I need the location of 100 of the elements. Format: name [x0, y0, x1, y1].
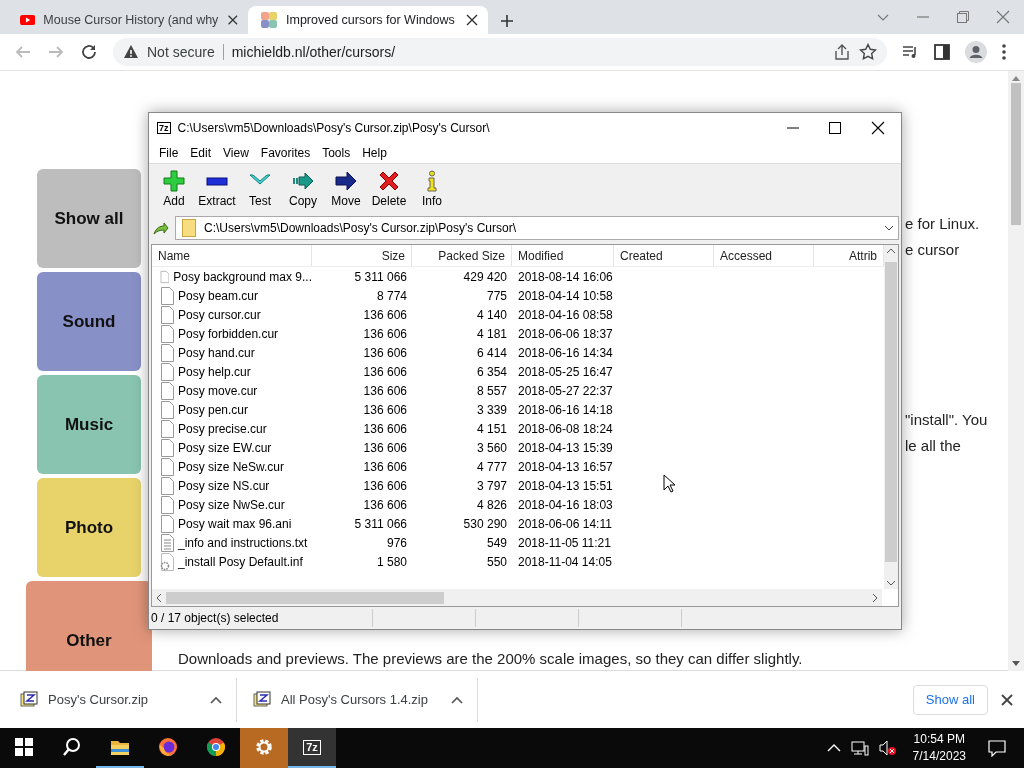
category-tile[interactable]: Sound — [37, 272, 141, 371]
table-cell-text: 2018-06-06 14:11 — [517, 516, 613, 531]
category-tile[interactable]: Show all — [37, 169, 141, 268]
table-cell-text: 2018-06-06 18:37 — [517, 326, 614, 341]
table-cell-text: 5 311 066 — [353, 269, 408, 284]
address-field[interactable]: Not secure michieldb.nl/other/cursors/ — [113, 38, 887, 66]
browser-tab[interactable]: Improved cursors for Windows — [248, 6, 488, 34]
toolbar-button[interactable]: Extract — [196, 170, 238, 208]
file-name[interactable]: Posy wait max 96.ani — [178, 516, 292, 531]
scroll-up-icon[interactable] — [1012, 75, 1020, 81]
close-icon[interactable] — [1000, 692, 1014, 707]
profile-icon[interactable] — [965, 41, 987, 63]
column-header[interactable]: Accessed — [714, 245, 814, 266]
scroll-down-icon[interactable] — [1012, 661, 1020, 667]
caret-up-icon[interactable] — [451, 695, 463, 704]
file-name[interactable]: Posy size NS.cur — [178, 478, 270, 493]
menu-icon[interactable] — [1001, 43, 1007, 61]
caret-up-icon[interactable] — [210, 695, 222, 704]
page-scrollbar[interactable] — [1008, 71, 1024, 671]
menu-item[interactable]: View — [217, 145, 255, 160]
table-cell-text: 3 797 — [475, 478, 508, 493]
share-icon[interactable] — [833, 43, 851, 61]
file-name[interactable]: Posy size NwSe.cur — [178, 497, 285, 512]
folder-up-icon[interactable] — [153, 220, 169, 236]
menu-item[interactable]: File — [153, 145, 185, 160]
toolbar-button[interactable]: Move — [325, 170, 367, 208]
maximize-icon[interactable] — [829, 121, 841, 134]
show-all-button[interactable]: Show all — [912, 684, 988, 715]
column-header[interactable]: Created — [614, 245, 714, 266]
menu-item[interactable]: Help — [356, 145, 393, 160]
category-tile[interactable]: Music — [37, 375, 141, 474]
close-icon[interactable] — [226, 12, 240, 28]
download-item[interactable]: Posy's Cursor.zip — [0, 677, 237, 722]
table-cell-text: 2018-04-16 08:58 — [517, 307, 614, 322]
caret-down-icon[interactable] — [884, 225, 894, 231]
chevron-up-icon[interactable] — [826, 743, 841, 753]
download-item[interactable]: All Posy's Cursors 1.4.zip — [237, 677, 478, 722]
table-cell-text: 775 — [485, 288, 508, 303]
file-name[interactable]: Posy size EW.cur — [178, 440, 272, 455]
file-name[interactable]: Posy size NeSw.cur — [178, 459, 285, 474]
clock[interactable]: 10:54 PM 7/14/2023 — [912, 731, 966, 765]
arrow-right-icon — [335, 170, 357, 192]
scroll-down-icon[interactable] — [886, 580, 896, 586]
category-tile[interactable]: Other — [26, 581, 152, 671]
network-icon[interactable] — [850, 740, 869, 756]
table-cell-text: 136 606 — [362, 497, 408, 512]
browser-tab[interactable]: Mouse Cursor History (and why — [8, 6, 248, 34]
media-control-icon[interactable] — [901, 43, 919, 61]
scrollbar-thumb[interactable] — [166, 591, 444, 604]
vertical-scrollbar[interactable] — [884, 245, 898, 589]
file-name[interactable]: Posy precise.cur — [178, 421, 267, 436]
file-name[interactable]: Posy background max 9... — [173, 269, 312, 284]
new-tab-icon[interactable] — [500, 14, 514, 28]
scroll-left-icon[interactable] — [156, 592, 162, 603]
file-icon — [160, 343, 174, 362]
muted-speaker-icon[interactable] — [878, 740, 897, 756]
file-name[interactable]: Posy move.cur — [178, 383, 258, 398]
file-name[interactable]: Posy hand.cur — [178, 345, 255, 360]
column-header[interactable]: Packed Size — [412, 245, 512, 266]
scrollbar-thumb[interactable] — [885, 262, 897, 562]
toolbar-button[interactable]: Copy — [282, 170, 324, 208]
file-name[interactable]: _info and instructions.txt — [178, 535, 308, 550]
file-name[interactable]: Posy forbidden.cur — [178, 326, 279, 341]
menu-item[interactable]: Favorites — [254, 145, 317, 160]
toolbar-button[interactable]: Add — [153, 170, 195, 208]
horizontal-scrollbar[interactable] — [152, 589, 882, 606]
table-cell-text: 4 151 — [475, 421, 508, 436]
paragraph-text: Downloads and previews. The previews are the 200% scale images, so they can differ slightly. — [178, 650, 804, 667]
file-name[interactable]: _install Posy Default.inf — [178, 554, 303, 569]
star-icon[interactable] — [859, 43, 877, 61]
file-icon — [160, 457, 174, 476]
category-tile[interactable]: Photo — [37, 478, 141, 577]
file-icon — [160, 495, 174, 514]
table-cell-text: 136 606 — [362, 326, 408, 341]
toolbar-button[interactable]: Delete — [368, 170, 410, 208]
menu-item[interactable]: Edit — [184, 145, 218, 160]
file-icon — [160, 400, 174, 419]
toolbar-button[interactable]: Info — [411, 170, 453, 208]
scroll-up-icon[interactable] — [886, 248, 896, 254]
scroll-right-icon[interactable] — [872, 592, 878, 603]
taskbar-button[interactable]: 7z — [288, 728, 336, 768]
file-name[interactable]: Posy help.cur — [178, 364, 251, 379]
column-header[interactable]: Name — [152, 245, 312, 266]
file-icon — [160, 419, 174, 438]
column-header[interactable]: Modified — [512, 245, 614, 266]
reload-icon[interactable] — [79, 43, 98, 61]
close-icon[interactable] — [871, 120, 885, 135]
file-name[interactable]: Posy pen.cur — [178, 402, 249, 417]
close-icon[interactable] — [464, 12, 480, 28]
menu-item[interactable]: Tools — [316, 145, 357, 160]
side-panel-icon[interactable] — [933, 43, 951, 61]
path-field[interactable]: C:\Users\vm5\Downloads\Posy's Cursor.zip\Posy's Cursor\ — [175, 216, 899, 240]
scrollbar-thumb[interactable] — [1011, 83, 1021, 225]
file-icon — [160, 438, 174, 457]
file-name[interactable]: Posy beam.cur — [178, 288, 259, 303]
restore-icon[interactable] — [956, 10, 970, 24]
toolbar-button[interactable]: Test — [239, 170, 281, 208]
file-name[interactable]: Posy cursor.cur — [178, 307, 261, 322]
notifications-icon[interactable] — [988, 739, 1006, 757]
column-header[interactable]: Size — [312, 245, 412, 266]
